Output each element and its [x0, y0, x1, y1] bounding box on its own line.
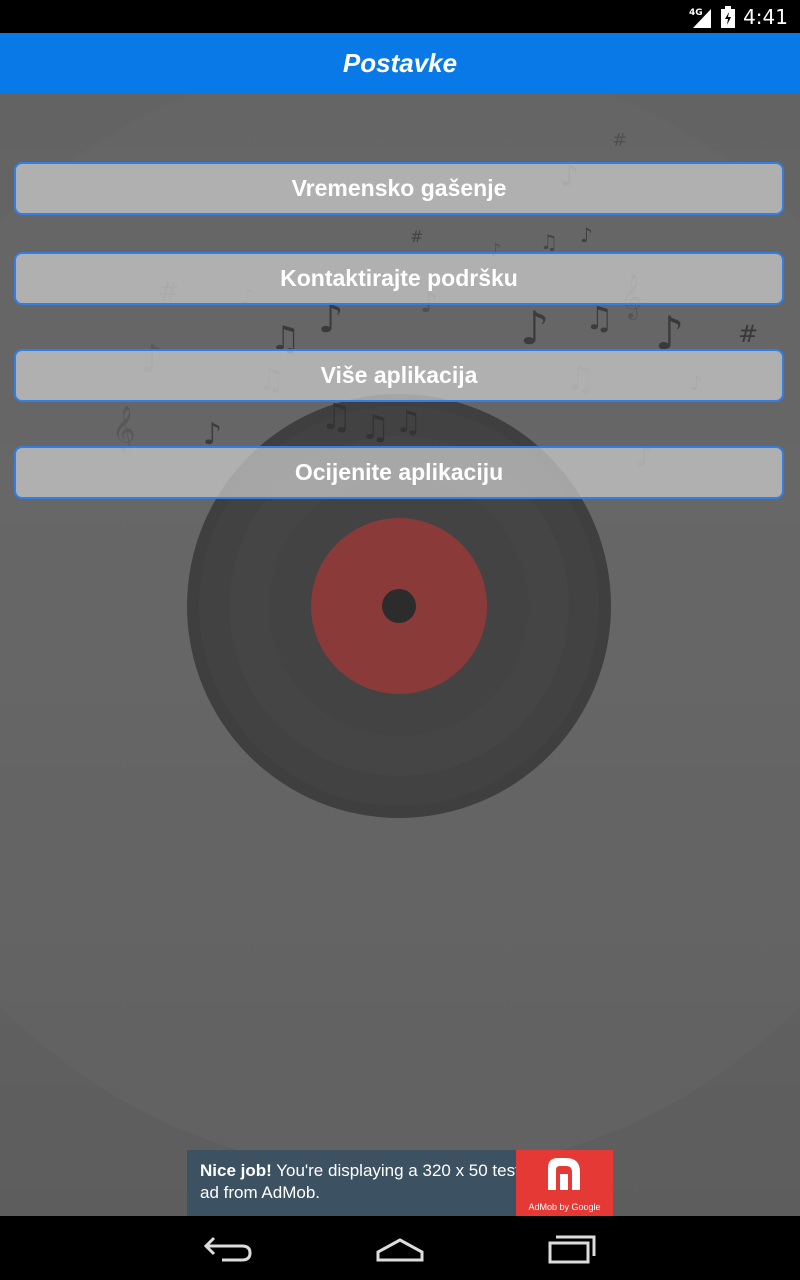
- svg-text:♫: ♫: [395, 405, 422, 440]
- svg-text:#: #: [738, 320, 758, 348]
- svg-text:♪: ♪: [520, 301, 549, 355]
- home-icon[interactable]: [370, 1230, 430, 1266]
- status-time: 4:41: [743, 4, 788, 29]
- rate-app-button[interactable]: Ocijenite aplikaciju: [14, 446, 784, 499]
- svg-text:#: #: [410, 227, 423, 246]
- svg-text:♪: ♪: [580, 223, 593, 247]
- svg-text:♫: ♫: [540, 230, 558, 254]
- svg-text:#: #: [612, 130, 627, 151]
- settings-content: # # # # ♪ ♫ ♪ ♪ ♪ ♫ ♪ ♪ ♪ ♫ 𝄞 ♪ ♪ ♫ ♫ ♪ …: [0, 94, 800, 1216]
- app-bar: Postavke: [0, 33, 800, 94]
- record-hole: [382, 589, 416, 623]
- status-icons: 4G 4:41: [689, 0, 788, 33]
- svg-text:♫: ♫: [320, 397, 352, 438]
- ad-banner[interactable]: Nice job! You're displaying a 320 x 50 t…: [187, 1150, 613, 1216]
- svg-text:4G: 4G: [689, 8, 703, 18]
- status-bar: 4G 4:41: [0, 0, 800, 33]
- page-title: Postavke: [342, 48, 458, 78]
- admob-icon: [548, 1158, 580, 1190]
- sleep-timer-button[interactable]: Vremensko gašenje: [14, 162, 784, 215]
- admob-caption: AdMob by Google: [528, 1202, 601, 1212]
- svg-text:♫: ♫: [360, 408, 390, 448]
- ad-bold-text: Nice job!: [200, 1161, 272, 1180]
- more-apps-button[interactable]: Više aplikacija: [14, 349, 784, 402]
- admob-logo: AdMob by Google: [516, 1150, 613, 1216]
- recents-icon[interactable]: [542, 1230, 602, 1266]
- battery-icon: [721, 5, 736, 28]
- navigation-bar: [0, 1216, 800, 1280]
- back-icon[interactable]: [200, 1230, 260, 1266]
- signal-icon: 4G: [689, 8, 712, 28]
- ad-text: Nice job! You're displaying a 320 x 50 t…: [200, 1160, 520, 1204]
- contact-support-button[interactable]: Kontaktirajte podršku: [14, 252, 784, 305]
